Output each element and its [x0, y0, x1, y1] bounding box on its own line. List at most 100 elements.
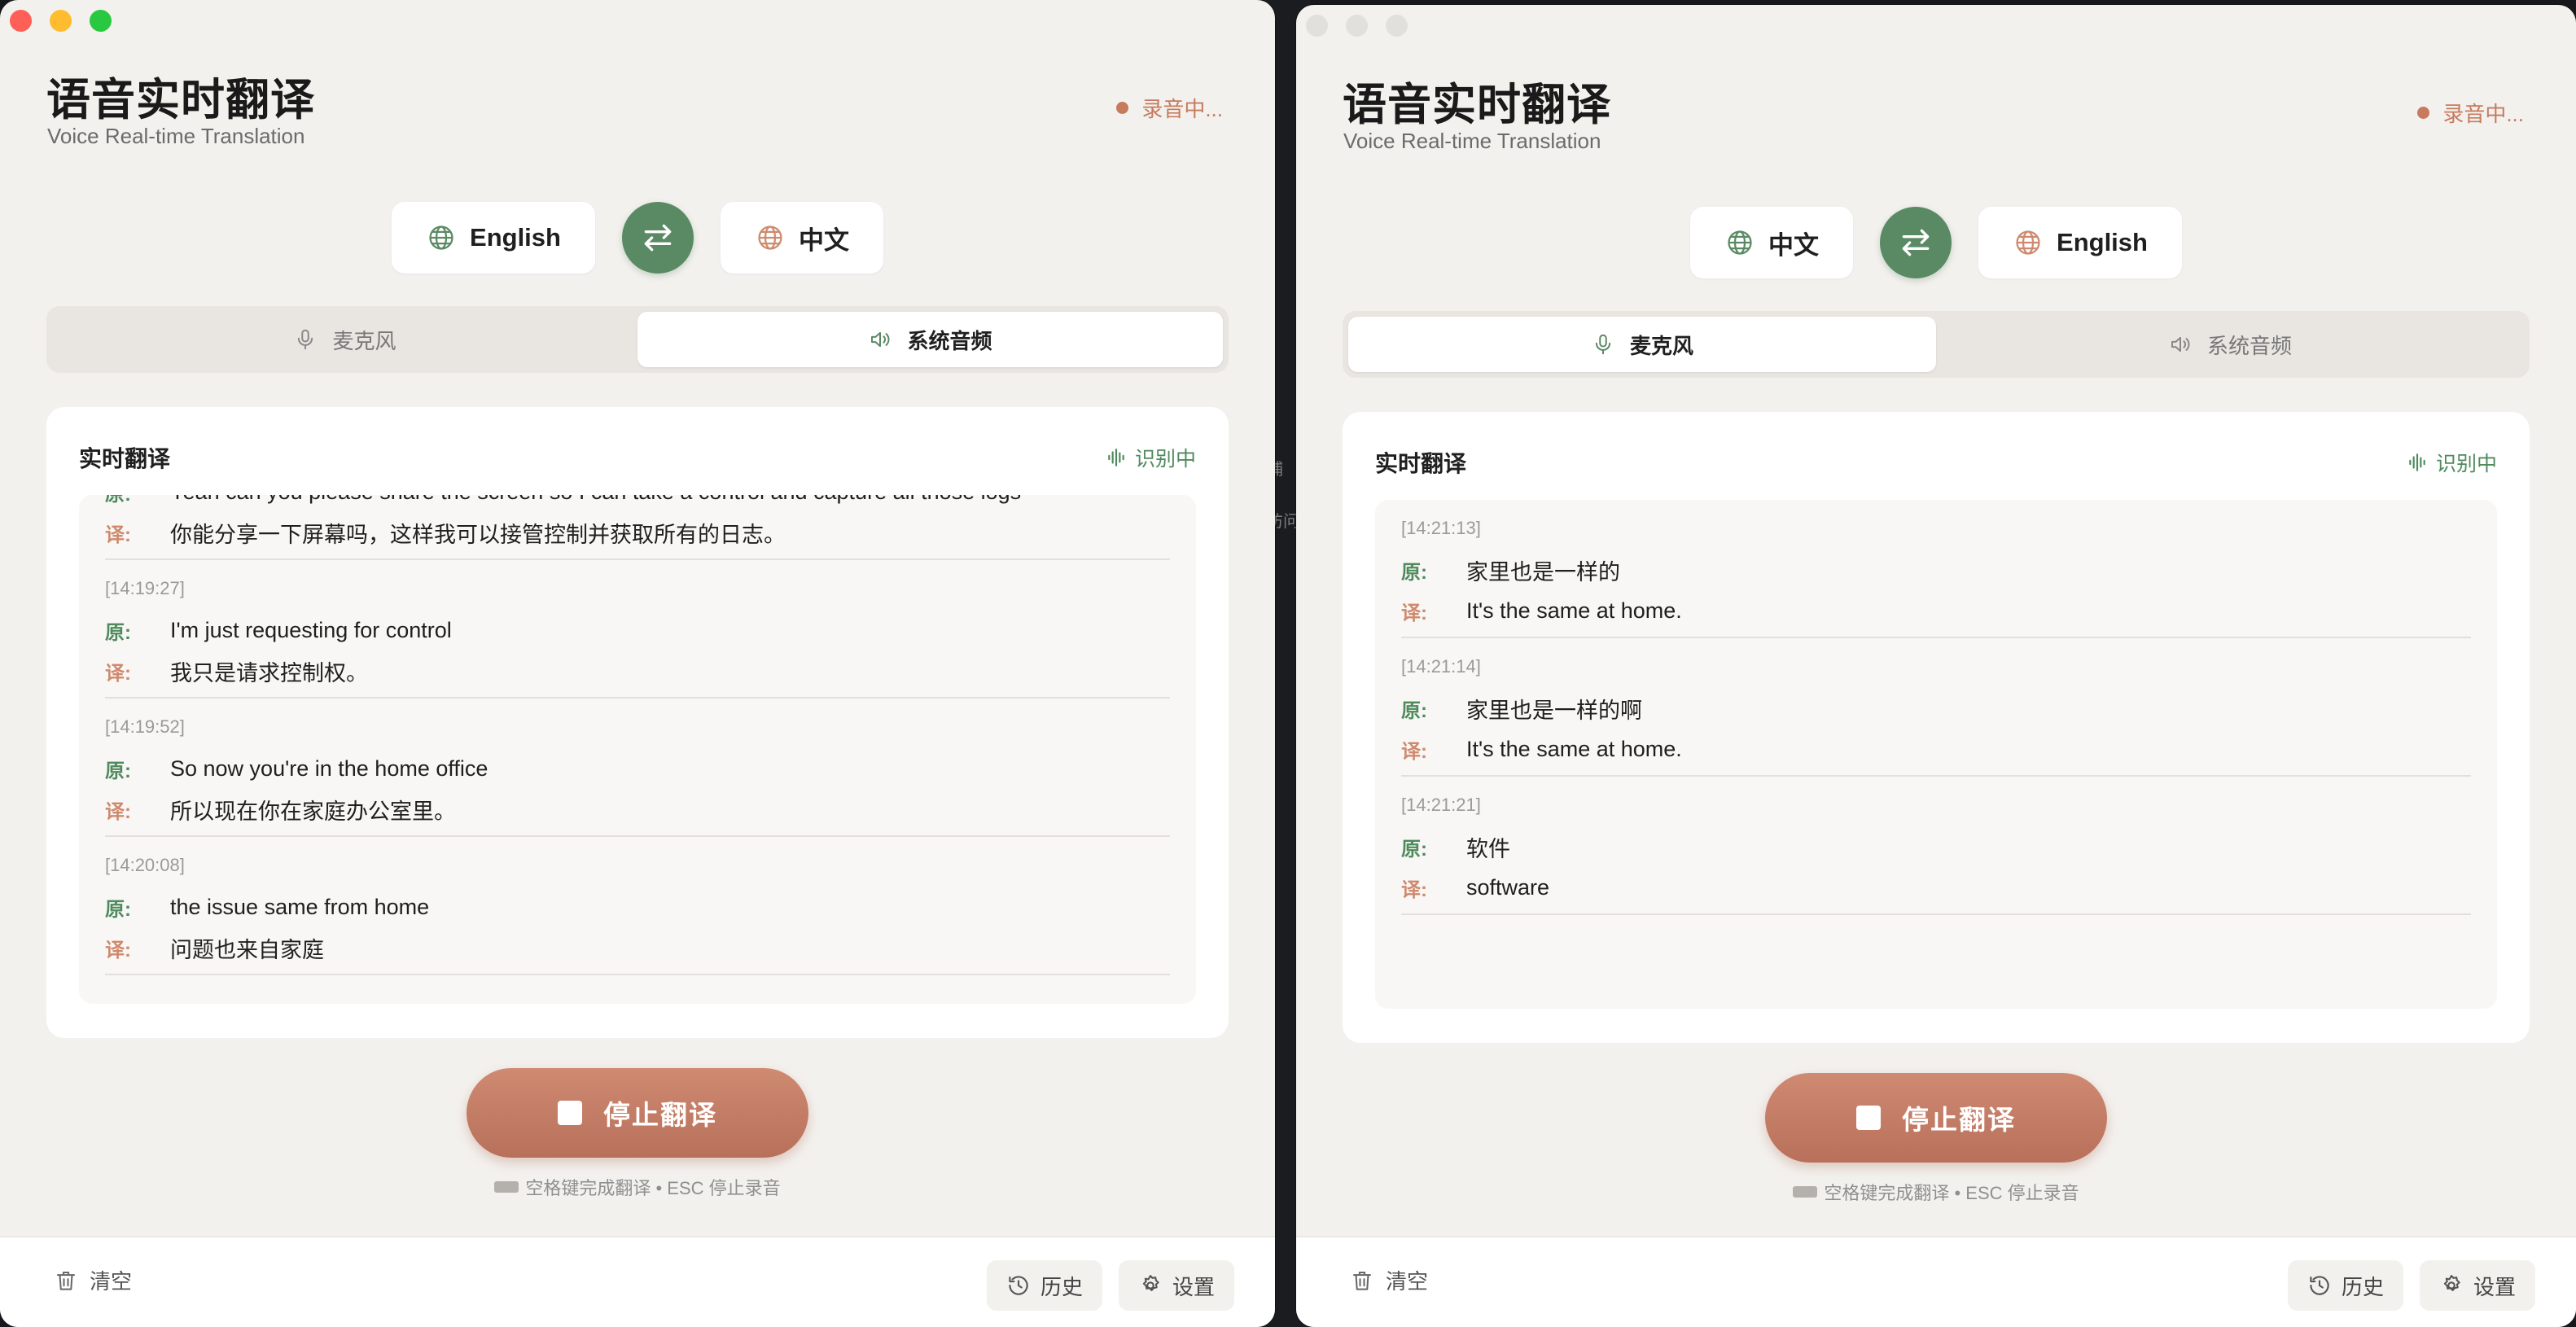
app-subtitle: Voice Real-time Translation [47, 124, 305, 148]
translated-line: 译: 问题也来自家庭 [105, 931, 1170, 964]
recognizing-status: 识别中 [1106, 443, 1196, 472]
translated-label: 译: [1401, 602, 1427, 624]
recording-label: 录音中... [2442, 102, 2524, 126]
original-line: 原: So now you're in the home office [105, 752, 1170, 785]
settings-label: 设置 [1172, 1274, 1216, 1299]
keyboard-hint: 空格键完成翻译 • ESC 停止录音 [0, 1174, 1275, 1200]
stop-translation-button[interactable]: 停止翻译 [467, 1068, 808, 1158]
settings-label: 设置 [2473, 1274, 2517, 1299]
keyboard-hint-text: 空格键完成翻译 • ESC 停止录音 [525, 1178, 781, 1198]
panel-title: 实时翻译 [1375, 451, 1467, 476]
translated-text: software [1466, 874, 1550, 900]
language-selector: 中文 English [1296, 207, 2576, 278]
original-line: 原: the issue same from home [105, 891, 1170, 923]
stop-icon [558, 1101, 582, 1125]
translated-label: 译: [1401, 740, 1427, 763]
app-title: 语音实时翻译 [46, 76, 315, 125]
recording-label: 录音中... [1141, 97, 1223, 121]
translated-line: 译: 你能分享一下屏幕吗，这样我可以接管控制并获取所有的日志。 [105, 516, 1170, 549]
target-language-button[interactable]: 中文 [720, 202, 883, 274]
transcript-list[interactable]: 原:Yeah can you please share the screen s… [79, 495, 1196, 1004]
stop-icon [1856, 1106, 1881, 1130]
entry-timestamp: [14:21:14] [1401, 656, 1481, 677]
original-line: 原: 家里也是一样的啊 [1401, 692, 2471, 725]
zoom-window-button[interactable] [1386, 15, 1408, 37]
original-text: 软件 [1466, 836, 1510, 861]
gear-icon [2443, 1275, 2460, 1291]
translated-text: 我只是请求控制权。 [170, 660, 368, 685]
original-label: 原: [1401, 838, 1427, 861]
panel-title: 实时翻译 [79, 446, 171, 471]
target-language-button[interactable]: English [1978, 207, 2182, 278]
translated-line: 译: It's the same at home. [1401, 594, 2471, 627]
transcript-list[interactable]: [14:21:13] 原: 家里也是一样的 译: It's the same at … [1375, 500, 2497, 1009]
zoom-window-button[interactable] [90, 10, 112, 32]
window-controls [1306, 15, 1408, 37]
original-line: 原: I'm just requesting for control [105, 614, 1170, 646]
close-window-button[interactable] [1306, 15, 1328, 37]
keyboard-hint-text: 空格键完成翻译 • ESC 停止录音 [1824, 1183, 2079, 1203]
footer-bar: 清空 历史 设置 [1296, 1236, 2576, 1327]
tab-microphone-label: 麦克风 [332, 328, 396, 353]
waveform-icon [1108, 449, 1124, 466]
entry-timestamp: [14:21:13] [1401, 518, 1481, 538]
original-label: 原: [105, 495, 170, 506]
keyboard-hint: 空格键完成翻译 • ESC 停止录音 [1296, 1179, 2576, 1205]
tab-microphone[interactable]: 麦克风 [1348, 317, 1936, 372]
minimize-window-button[interactable] [1346, 15, 1368, 37]
entry-timestamp: [14:19:52] [105, 716, 185, 737]
settings-button[interactable]: 设置 [2420, 1260, 2536, 1311]
microphone-icon [1595, 334, 1611, 355]
original-line: 原: 家里也是一样的 [1401, 554, 2471, 586]
language-selector: English 中文 [0, 202, 1275, 274]
tab-microphone[interactable]: 麦克风 [52, 312, 637, 367]
history-button[interactable]: 历史 [987, 1260, 1103, 1311]
original-label: 原: [105, 760, 131, 782]
source-language-button[interactable]: 中文 [1690, 207, 1854, 278]
minimize-window-button[interactable] [50, 10, 72, 32]
target-language-label: English [2057, 228, 2148, 256]
source-language-label: 中文 [1768, 230, 1820, 260]
source-language-button[interactable]: English [392, 202, 595, 274]
original-text: 家里也是一样的啊 [1466, 698, 1642, 723]
original-text: 家里也是一样的 [1466, 559, 1620, 585]
app-subtitle: Voice Real-time Translation [1343, 129, 1601, 153]
original-line: 原: 软件 [1401, 830, 2471, 863]
history-button[interactable]: 历史 [2288, 1260, 2404, 1311]
translated-label: 译: [105, 800, 131, 823]
original-text: Yeah can you please share the screen so … [170, 495, 1021, 505]
swap-arrows-icon [1902, 229, 1930, 256]
close-window-button[interactable] [10, 10, 32, 32]
translated-text: 问题也来自家庭 [170, 937, 324, 962]
clear-button[interactable]: 清空 [54, 1265, 132, 1295]
tab-system-audio-label: 系统音频 [907, 328, 992, 353]
tab-system-audio[interactable]: 系统音频 [1936, 317, 2524, 372]
original-line: 原:Yeah can you please share the screen s… [105, 495, 1170, 508]
transcript-entry: [14:20:08] 原: the issue same from home 译:… [105, 837, 1170, 975]
settings-button[interactable]: 设置 [1119, 1260, 1235, 1311]
globe-icon [429, 226, 453, 250]
swap-languages-button[interactable] [1880, 207, 1952, 278]
microphone-icon [298, 329, 313, 350]
swap-languages-button[interactable] [621, 202, 694, 274]
clear-button[interactable]: 清空 [1350, 1265, 1428, 1295]
transcript-entry: [14:21:13] 原: 家里也是一样的 译: It's the same at … [1401, 500, 2471, 638]
gear-icon [1142, 1275, 1159, 1291]
original-text: the issue same from home [170, 894, 430, 919]
translator-window-left: 语音实时翻译 Voice Real-time Translation 录音中..… [0, 0, 1275, 1327]
swap-arrows-icon [644, 224, 672, 252]
translated-label: 译: [105, 939, 131, 961]
speaker-icon [2171, 336, 2190, 353]
transcript-entry: 原:Yeah can you please share the screen s… [105, 495, 1170, 560]
keyboard-icon [494, 1181, 519, 1193]
entry-timestamp: [14:19:27] [105, 578, 185, 598]
translator-window-right: 语音实时翻译 Voice Real-time Translation 录音中..… [1296, 5, 2576, 1327]
stop-translation-button[interactable]: 停止翻译 [1765, 1073, 2107, 1163]
entry-timestamp: [14:21:21] [1401, 795, 1481, 815]
trash-icon [1353, 1271, 1371, 1290]
original-text: I'm just requesting for control [170, 617, 452, 642]
globe-icon [2016, 230, 2040, 255]
footer-bar: 清空 历史 设置 [0, 1236, 1275, 1327]
original-label: 原: [105, 898, 131, 921]
tab-system-audio[interactable]: 系统音频 [637, 312, 1223, 367]
